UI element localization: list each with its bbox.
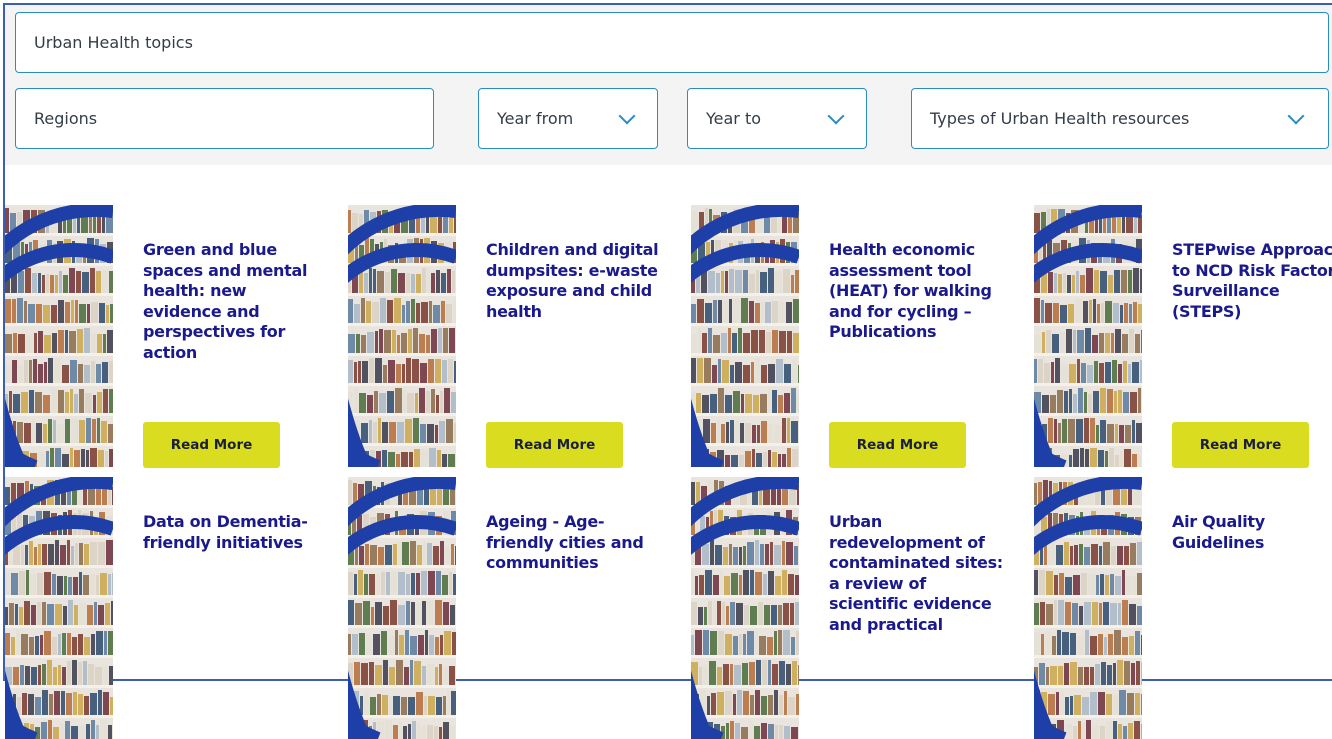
chevron-down-icon xyxy=(618,107,636,124)
resource-type-label: Types of Urban Health resources xyxy=(930,109,1190,128)
resource-card: Green and blue spaces and mental health:… xyxy=(5,205,348,470)
card-title[interactable]: Urban redevelopment of contaminated site… xyxy=(829,512,1009,635)
chevron-down-icon xyxy=(1287,107,1305,124)
year-to-label: Year to xyxy=(706,109,762,128)
filter-panel: Urban Health topics Regions Year from Ye… xyxy=(5,5,1332,165)
resource-card: Health economic assessment tool (HEAT) f… xyxy=(691,205,1034,470)
card-title[interactable]: Green and blue spaces and mental health:… xyxy=(143,240,323,363)
chevron-down-icon xyxy=(827,107,845,124)
topics-filter[interactable]: Urban Health topics xyxy=(15,12,1329,73)
year-from-label: Year from xyxy=(497,109,574,128)
read-more-button[interactable]: Read More xyxy=(486,422,623,468)
resource-card: Data on Dementia-friendly initiatives xyxy=(5,477,348,739)
card-title[interactable]: Data on Dementia-friendly initiatives xyxy=(143,512,323,553)
resource-card: STEPwise Approach to NCD Risk Factor Sur… xyxy=(1034,205,1332,470)
topics-filter-placeholder: Urban Health topics xyxy=(34,33,193,52)
year-from-select[interactable]: Year from xyxy=(478,88,658,149)
read-more-button[interactable]: Read More xyxy=(829,422,966,468)
resource-type-select[interactable]: Types of Urban Health resources xyxy=(911,88,1329,149)
read-more-button[interactable]: Read More xyxy=(1172,422,1309,468)
card-title[interactable]: Ageing - Age-friendly cities and communi… xyxy=(486,512,666,574)
resource-card: Urban redevelopment of contaminated site… xyxy=(691,477,1034,739)
card-thumbnail-image xyxy=(691,477,799,739)
card-thumbnail-image xyxy=(1034,477,1142,739)
regions-filter-placeholder: Regions xyxy=(34,109,98,128)
card-title[interactable]: Air Quality Guidelines xyxy=(1172,512,1332,553)
read-more-button[interactable]: Read More xyxy=(143,422,280,468)
card-title[interactable]: Children and digital dumpsites: e-waste … xyxy=(486,240,666,322)
card-title[interactable]: STEPwise Approach to NCD Risk Factor Sur… xyxy=(1172,240,1332,322)
resource-card: Ageing - Age-friendly cities and communi… xyxy=(348,477,691,739)
year-to-select[interactable]: Year to xyxy=(687,88,867,149)
card-thumbnail-image xyxy=(5,205,113,467)
resource-card: Air Quality Guidelines xyxy=(1034,477,1332,739)
card-thumbnail-image xyxy=(348,477,456,739)
card-thumbnail-image xyxy=(1034,205,1142,467)
regions-filter[interactable]: Regions xyxy=(15,88,434,149)
card-thumbnail-image xyxy=(691,205,799,467)
resource-card: Children and digital dumpsites: e-waste … xyxy=(348,205,691,470)
card-thumbnail-image xyxy=(5,477,113,739)
card-thumbnail-image xyxy=(348,205,456,467)
card-title[interactable]: Health economic assessment tool (HEAT) f… xyxy=(829,240,1009,343)
